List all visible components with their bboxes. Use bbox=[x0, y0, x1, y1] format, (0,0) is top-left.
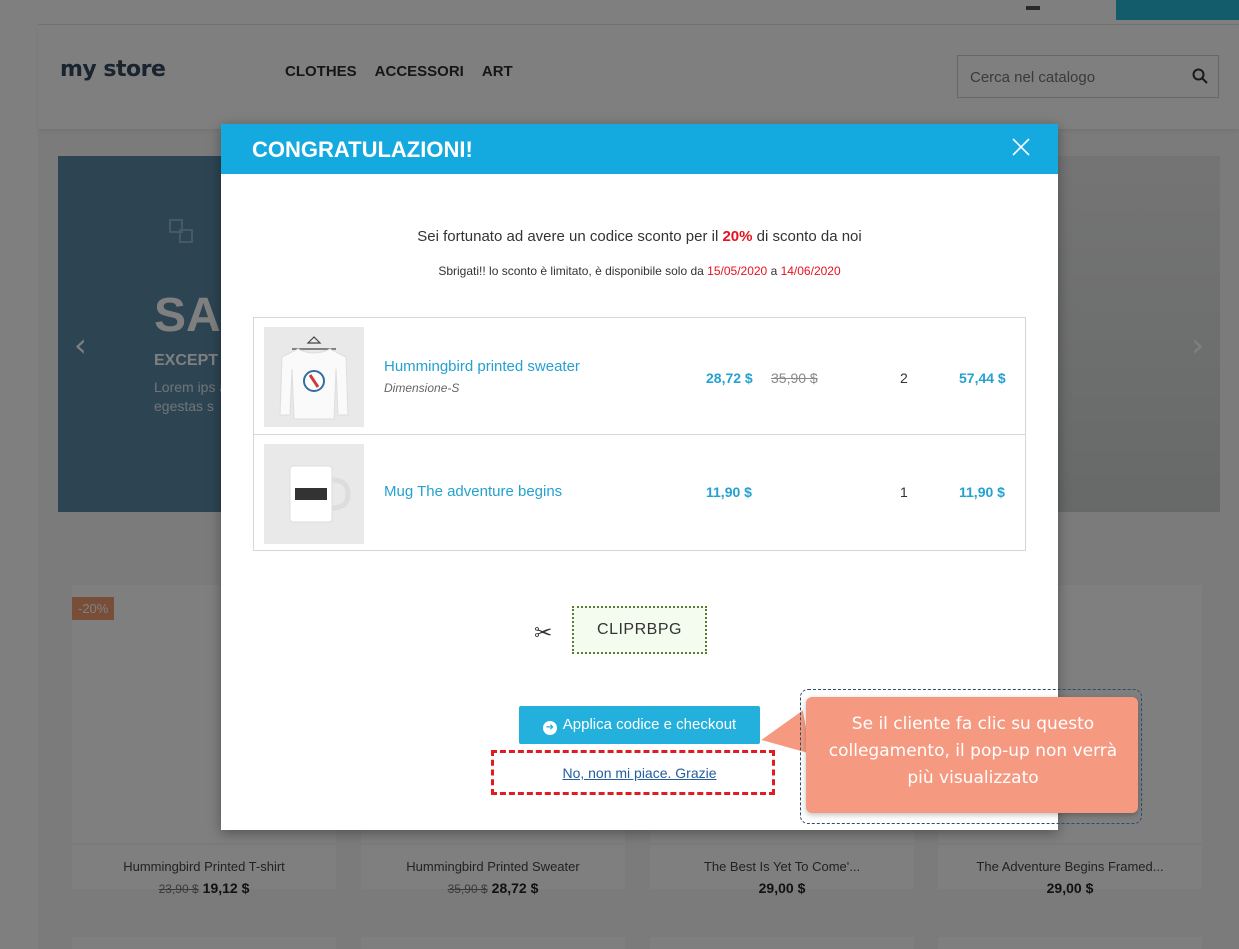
popup-header: CONGRATULAZIONI! bbox=[221, 124, 1058, 174]
item-quantity: 1 bbox=[900, 484, 908, 500]
discount-value: 20% bbox=[722, 228, 753, 245]
item-quantity: 2 bbox=[900, 370, 908, 386]
apply-checkout-button[interactable]: ➜ Applica codice e checkout bbox=[519, 706, 760, 744]
popup-title: CONGRATULAZIONI! bbox=[252, 137, 473, 162]
cart-items: Hummingbird printed sweater Dimensione-S… bbox=[253, 317, 1026, 551]
arrow-circle-icon: ➜ bbox=[542, 720, 557, 735]
discount-message: Sei fortunato ad avere un codice sconto … bbox=[417, 228, 862, 245]
cart-row: Mug The adventure begins 11,90 $ 1 11,90… bbox=[254, 434, 1025, 551]
item-name[interactable]: Hummingbird printed sweater bbox=[384, 358, 580, 375]
item-old-price: 35,90 $ bbox=[771, 370, 818, 386]
date-from: 15/05/2020 bbox=[707, 264, 768, 278]
coupon-code[interactable]: CLIPRBPG bbox=[572, 606, 707, 654]
mug-thumbnail[interactable] bbox=[264, 444, 364, 544]
date-to: 14/06/2020 bbox=[780, 264, 841, 278]
item-price: 11,90 $ bbox=[706, 484, 752, 500]
item-price: 28,72 $ bbox=[706, 370, 753, 386]
item-total: 57,44 $ bbox=[959, 370, 1006, 386]
cart-row: Hummingbird printed sweater Dimensione-S… bbox=[254, 318, 1025, 434]
apply-checkout-label: Applica codice e checkout bbox=[562, 715, 737, 733]
item-attribute: Dimensione-S bbox=[384, 381, 460, 395]
item-total: 11,90 $ bbox=[959, 484, 1005, 500]
validity-message: Sbrigati!! lo sconto è limitato, è dispo… bbox=[438, 264, 841, 278]
close-icon[interactable] bbox=[1010, 136, 1032, 158]
scissors-icon: ✂ bbox=[534, 621, 553, 646]
callout-text: Se il cliente fa clic su questo collegam… bbox=[828, 714, 1118, 788]
item-name[interactable]: Mug The adventure begins bbox=[384, 483, 562, 500]
sweater-thumbnail[interactable] bbox=[264, 327, 364, 427]
